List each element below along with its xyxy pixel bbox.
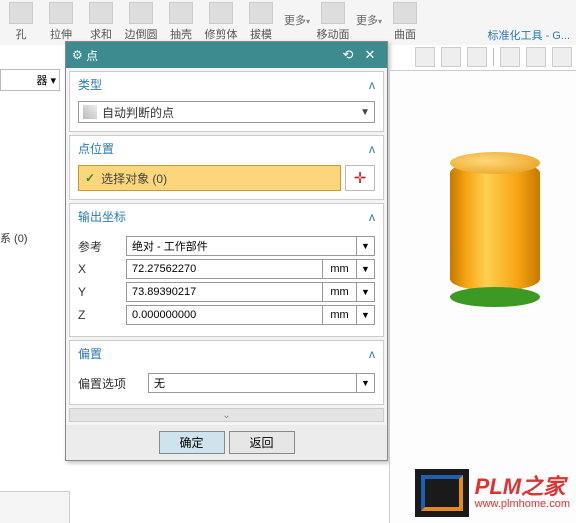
- rib-more1[interactable]: 更多▾: [284, 2, 310, 28]
- ref-combo[interactable]: 绝对 - 工作部件: [126, 236, 357, 256]
- rib-draft[interactable]: 拔模: [244, 2, 278, 42]
- dialog-title: 点: [86, 47, 98, 64]
- offset-dd[interactable]: ▼: [357, 373, 375, 393]
- icon-strip: [411, 45, 576, 69]
- strip-ico-2[interactable]: [441, 47, 461, 67]
- rib-edge[interactable]: 边倒圆: [124, 2, 158, 42]
- y-label: Y: [78, 285, 126, 299]
- left-bottom-panel: [0, 491, 70, 523]
- y-input[interactable]: 73.89390217: [126, 282, 323, 302]
- watermark-brand: PLM之家: [475, 476, 570, 498]
- chevron-up-icon: ʌ: [369, 78, 375, 92]
- section-position: 点位置ʌ ✓ 选择对象 (0) ✛: [69, 135, 384, 200]
- pick-point-button[interactable]: ✛: [345, 165, 375, 191]
- check-icon: ✓: [85, 171, 95, 185]
- back-button[interactable]: 返回: [229, 431, 295, 454]
- dialog-actions: 确定 返回: [66, 425, 387, 460]
- gear-icon[interactable]: ⚙: [72, 48, 83, 62]
- z-label: Z: [78, 308, 126, 322]
- left-tree-frag[interactable]: 系 (0): [0, 230, 48, 248]
- watermark-url: www.plmhome.com: [475, 498, 570, 510]
- section-type-header[interactable]: 类型ʌ: [70, 72, 383, 97]
- ref-dd[interactable]: ▼: [357, 236, 375, 256]
- cylinder-model[interactable]: [450, 161, 540, 311]
- dialog-titlebar: ⚙ 点 ⟲ ✕: [66, 42, 387, 68]
- rib-hole[interactable]: 孔: [4, 2, 38, 42]
- rib-extrude[interactable]: 拉伸: [44, 2, 78, 42]
- close-icon[interactable]: ✕: [359, 47, 381, 63]
- rib-moveface[interactable]: 移动面: [316, 2, 350, 42]
- section-offset: 偏置ʌ 偏置选项 无 ▼: [69, 340, 384, 405]
- strip-ico-3[interactable]: [467, 47, 487, 67]
- z-dd[interactable]: ▼: [357, 305, 375, 325]
- x-dd[interactable]: ▼: [357, 259, 375, 279]
- z-unit: mm: [323, 305, 357, 325]
- y-dd[interactable]: ▼: [357, 282, 375, 302]
- strip-ico-6[interactable]: [552, 47, 572, 67]
- 3d-viewport[interactable]: [389, 70, 576, 523]
- rib-trim[interactable]: 修剪体: [204, 2, 238, 42]
- section-type: 类型ʌ 自动判断的点 ▼: [69, 71, 384, 132]
- section-output-header[interactable]: 输出坐标ʌ: [70, 204, 383, 229]
- section-position-header[interactable]: 点位置ʌ: [70, 136, 383, 161]
- strip-ico-5[interactable]: [526, 47, 546, 67]
- rib-unite[interactable]: 求和: [84, 2, 118, 42]
- offset-combo[interactable]: 无: [148, 373, 357, 393]
- strip-ico-1[interactable]: [415, 47, 435, 67]
- ribbon-bar: 孔 拉伸 求和 边倒圆 抽壳 修剪体 拔模 更多▾ 移动面 更多▾ 曲面 标准化…: [0, 0, 576, 45]
- z-input[interactable]: 0.000000000: [126, 305, 323, 325]
- x-unit: mm: [323, 259, 357, 279]
- select-object-field[interactable]: ✓ 选择对象 (0): [78, 165, 341, 191]
- std-tool-link[interactable]: 标准化工具 - G...: [488, 27, 571, 43]
- y-unit: mm: [323, 282, 357, 302]
- watermark: PLM之家 www.plmhome.com: [415, 469, 570, 517]
- watermark-logo-icon: [415, 469, 469, 517]
- rib-surface[interactable]: 曲面: [388, 2, 422, 42]
- type-combo[interactable]: 自动判断的点 ▼: [78, 101, 375, 123]
- ok-button[interactable]: 确定: [159, 431, 225, 454]
- ref-label: 参考: [78, 238, 126, 255]
- x-input[interactable]: 72.27562270: [126, 259, 323, 279]
- section-offset-header[interactable]: 偏置ʌ: [70, 341, 383, 366]
- collapsed-stub[interactable]: ⌄: [69, 408, 384, 422]
- section-output: 输出坐标ʌ 参考 绝对 - 工作部件 ▼ X 72.27562270 mm ▼ …: [69, 203, 384, 337]
- strip-ico-4[interactable]: [500, 47, 520, 67]
- point-type-icon: [83, 105, 97, 119]
- offset-label: 偏置选项: [78, 375, 148, 392]
- x-label: X: [78, 262, 126, 276]
- rib-more2[interactable]: 更多▾: [356, 2, 382, 28]
- left-combo-frag[interactable]: 器 ▾: [0, 69, 60, 91]
- reset-icon[interactable]: ⟲: [337, 47, 359, 63]
- rib-shell[interactable]: 抽壳: [164, 2, 198, 42]
- point-dialog: ⚙ 点 ⟲ ✕ 类型ʌ 自动判断的点 ▼ 点位置ʌ ✓ 选择对象 (0): [65, 41, 388, 461]
